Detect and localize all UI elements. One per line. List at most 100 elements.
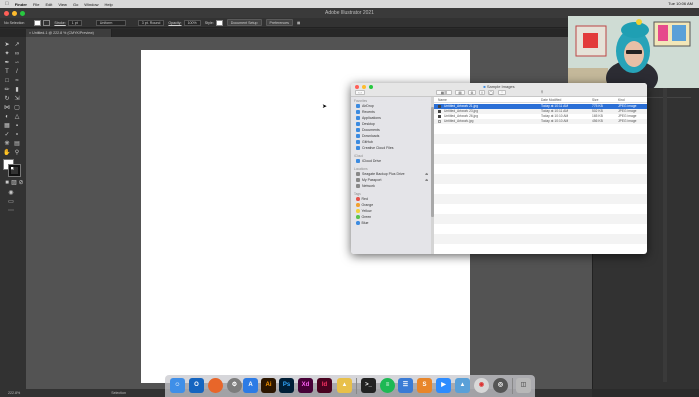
none-mode-icon[interactable]: ⊘ [17,180,25,187]
magic-wand-icon[interactable]: ✦ [3,51,11,58]
menu-file[interactable]: File [33,2,39,7]
free-transform-icon[interactable]: ▢ [13,105,21,112]
blend-tool-icon[interactable]: ∘ [13,132,21,139]
paintbrush-icon[interactable]: ≈ [13,78,21,85]
eyedropper-icon[interactable]: ✓ [3,132,11,139]
dock-indesign-icon[interactable]: Id [317,378,332,393]
gradient-tool-icon[interactable]: ▪ [13,123,21,130]
stroke-style-dropdown[interactable]: Uniform [95,19,126,26]
zoom-tool-icon[interactable]: ⚲ [13,150,21,157]
pencil-icon[interactable]: ✏ [3,87,11,94]
rectangle-tool-icon[interactable]: □ [3,78,11,85]
dock-illustrator-icon[interactable]: Ai [261,378,276,393]
apple-icon[interactable]:  [5,1,9,7]
width-tool-icon[interactable]: ⋈ [3,105,11,112]
dock-cyberduck-icon[interactable]: ▲ [337,378,352,393]
perspective-grid-icon[interactable]: △ [13,114,21,121]
sidebar-item-icloud-drive[interactable]: iCloud Drive [356,158,381,164]
zoom-level[interactable]: 222.8% [8,391,20,395]
curvature-tool-icon[interactable]: ∽ [13,60,21,67]
close-window-button[interactable] [4,11,9,16]
stroke-color-icon[interactable] [8,164,21,177]
action-button[interactable]: ⋮ [498,90,506,95]
preferences-button[interactable]: Preferences [265,19,293,26]
column-date-modified[interactable]: Date Modified [541,97,561,103]
dock-outlook-icon[interactable]: O [189,378,204,393]
presenter-video [568,16,699,88]
finder-sidebar: Favorites AirDrop Recents Applications D… [351,97,432,254]
dock-preview-icon[interactable]: ▲ [455,378,470,393]
status-mode[interactable]: Selection [111,391,126,395]
dock-zoom-icon[interactable]: ▶ [436,378,451,393]
finder-titlebar[interactable]: ■ Sample Images ‹ › ▦☰ ▤ ⚙ ⇧ ◯ ⋮ ⚲ [351,83,647,97]
lasso-icon[interactable]: ∞ [13,51,21,58]
dock-finder-icon[interactable]: ☺ [170,378,185,393]
dock-trash-icon[interactable]: ◫ [516,378,531,393]
more-tools-icon[interactable]: ⋯ [7,208,15,215]
dock-chrome-icon[interactable]: ◉ [474,378,489,393]
stroke-label[interactable]: Stroke: [54,21,65,25]
arrange-icon[interactable]: ▦ [297,21,300,25]
menu-app-finder[interactable]: Finder [15,2,27,7]
stroke-weight-dropdown[interactable]: 1 pt [67,19,82,26]
dock-screenshot-icon[interactable]: ◎ [493,378,508,393]
dock-system-preferences-icon[interactable]: ⚙ [227,378,242,393]
shape-builder-icon[interactable]: ◐ [3,114,11,121]
finder-window[interactable]: ■ Sample Images ‹ › ▦☰ ▤ ⚙ ⇧ ◯ ⋮ ⚲ Favor… [351,83,647,254]
style-swatch[interactable] [215,19,223,26]
brush-dropdown[interactable]: 3 pt. Round [137,19,165,26]
direct-selection-tool-icon[interactable]: ↗ [13,42,21,49]
menu-go[interactable]: Go [73,2,78,7]
gallery-view-button[interactable]: ▤ [455,90,465,95]
scale-tool-icon[interactable]: ⇲ [13,96,21,103]
eject-icon[interactable]: ⏏ [425,172,428,176]
type-tool-icon[interactable]: T [3,69,11,76]
documents-icon [356,128,360,132]
sidebar-tag-blue[interactable]: Blue [356,220,369,226]
mesh-tool-icon[interactable]: ▦ [3,123,11,130]
dock-app-store-icon[interactable]: A [243,378,258,393]
tag-icon[interactable]: ◯ [488,90,494,95]
menu-view[interactable]: View [58,2,67,7]
view-mode-buttons[interactable]: ▦☰ [436,90,452,95]
share-icon[interactable]: ⇧ [479,90,485,95]
group-button[interactable]: ⚙ [468,90,476,95]
opacity-field[interactable]: 100% [183,19,201,26]
pen-tool-icon[interactable]: ✒ [3,60,11,67]
document-tab[interactable]: × Untitled-1 @ 222.8 % (CMYK/Preview) [26,29,112,37]
symbol-sprayer-icon[interactable]: ❋ [3,141,11,148]
opacity-label[interactable]: Opacity: [168,21,181,25]
fill-swatch[interactable] [34,19,42,26]
zoom-window-button[interactable] [20,11,25,16]
hand-tool-icon[interactable]: ✋ [3,150,11,157]
dock-xd-icon[interactable]: Xd [298,378,313,393]
menu-window[interactable]: Window [84,2,98,7]
sidebar-item-creative-cloud[interactable]: Creative Cloud Files [356,145,394,151]
search-icon[interactable]: ⚲ [540,90,544,95]
screen-mode-icon[interactable]: ▭ [7,199,15,206]
back-forward-button[interactable]: ‹ › [355,90,365,95]
graph-tool-icon[interactable]: ▤ [13,141,21,148]
menu-edit[interactable]: Edit [45,2,52,7]
dock-photoshop-icon[interactable]: Ps [279,378,294,393]
dock-terminal-icon[interactable]: >_ [361,378,376,393]
document-setup-button[interactable]: Document Setup [226,19,262,26]
rotate-tool-icon[interactable]: ↻ [3,96,11,103]
eject-icon[interactable]: ⏏ [425,178,428,182]
selection-tool-icon[interactable]: ➤ [3,42,11,49]
clock[interactable]: Tue 10:06 AM [668,1,693,6]
column-kind[interactable]: Kind [618,97,625,103]
line-tool-icon[interactable]: / [13,69,21,76]
dock-firefox-icon[interactable] [208,378,223,393]
dock-spotify-icon[interactable]: ≡ [380,378,395,393]
dock-docs-icon[interactable]: ☰ [398,378,413,393]
menu-help[interactable]: Help [105,2,113,7]
draw-mode-icon[interactable]: ◉ [7,190,15,197]
stroke-swatch[interactable] [43,19,51,26]
column-name[interactable]: Name [438,97,447,103]
eraser-icon[interactable]: ▮ [13,87,21,94]
column-size[interactable]: Size [592,97,598,103]
sidebar-item-network[interactable]: Network [356,183,375,189]
minimize-window-button[interactable] [12,11,17,16]
dock-sublime-icon[interactable]: S [417,378,432,393]
